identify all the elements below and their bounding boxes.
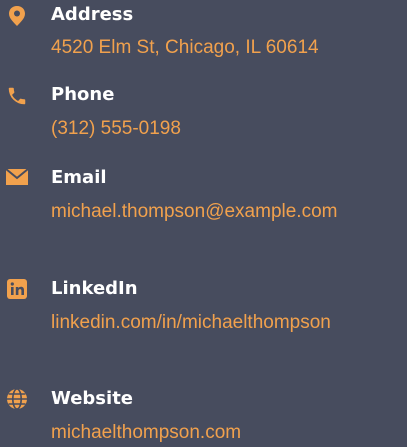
globe-icon [4, 386, 30, 412]
phone-value[interactable]: (312) 555-0198 [51, 114, 396, 143]
phone-icon [4, 83, 30, 109]
email-link[interactable]: michael.thompson@example.com [51, 201, 337, 222]
email-value[interactable]: michael.thompson@example.com [51, 197, 396, 226]
contact-label: Address [51, 4, 134, 25]
website-value[interactable]: michaelthompson.com [51, 418, 396, 447]
phone-link[interactable]: (312) 555-0198 [51, 118, 181, 139]
contact-label: LinkedIn [51, 278, 138, 299]
linkedin-link[interactable]: linkedin.com/in/michaelthompson [51, 312, 331, 333]
map-pin-icon [4, 3, 30, 29]
contact-label: Phone [51, 84, 115, 105]
address-value: 4520 Elm St, Chicago, IL 60614 [51, 37, 319, 58]
contact-label: Email [51, 167, 107, 188]
envelope-icon [4, 164, 30, 190]
contact-info-list: Address 4520 Elm St, Chicago, IL 60614 P… [0, 0, 407, 446]
linkedin-icon [4, 276, 30, 302]
website-link[interactable]: michaelthompson.com [51, 422, 241, 443]
linkedin-value[interactable]: linkedin.com/in/michaelthompson [51, 308, 396, 337]
contact-label: Website [51, 388, 134, 409]
